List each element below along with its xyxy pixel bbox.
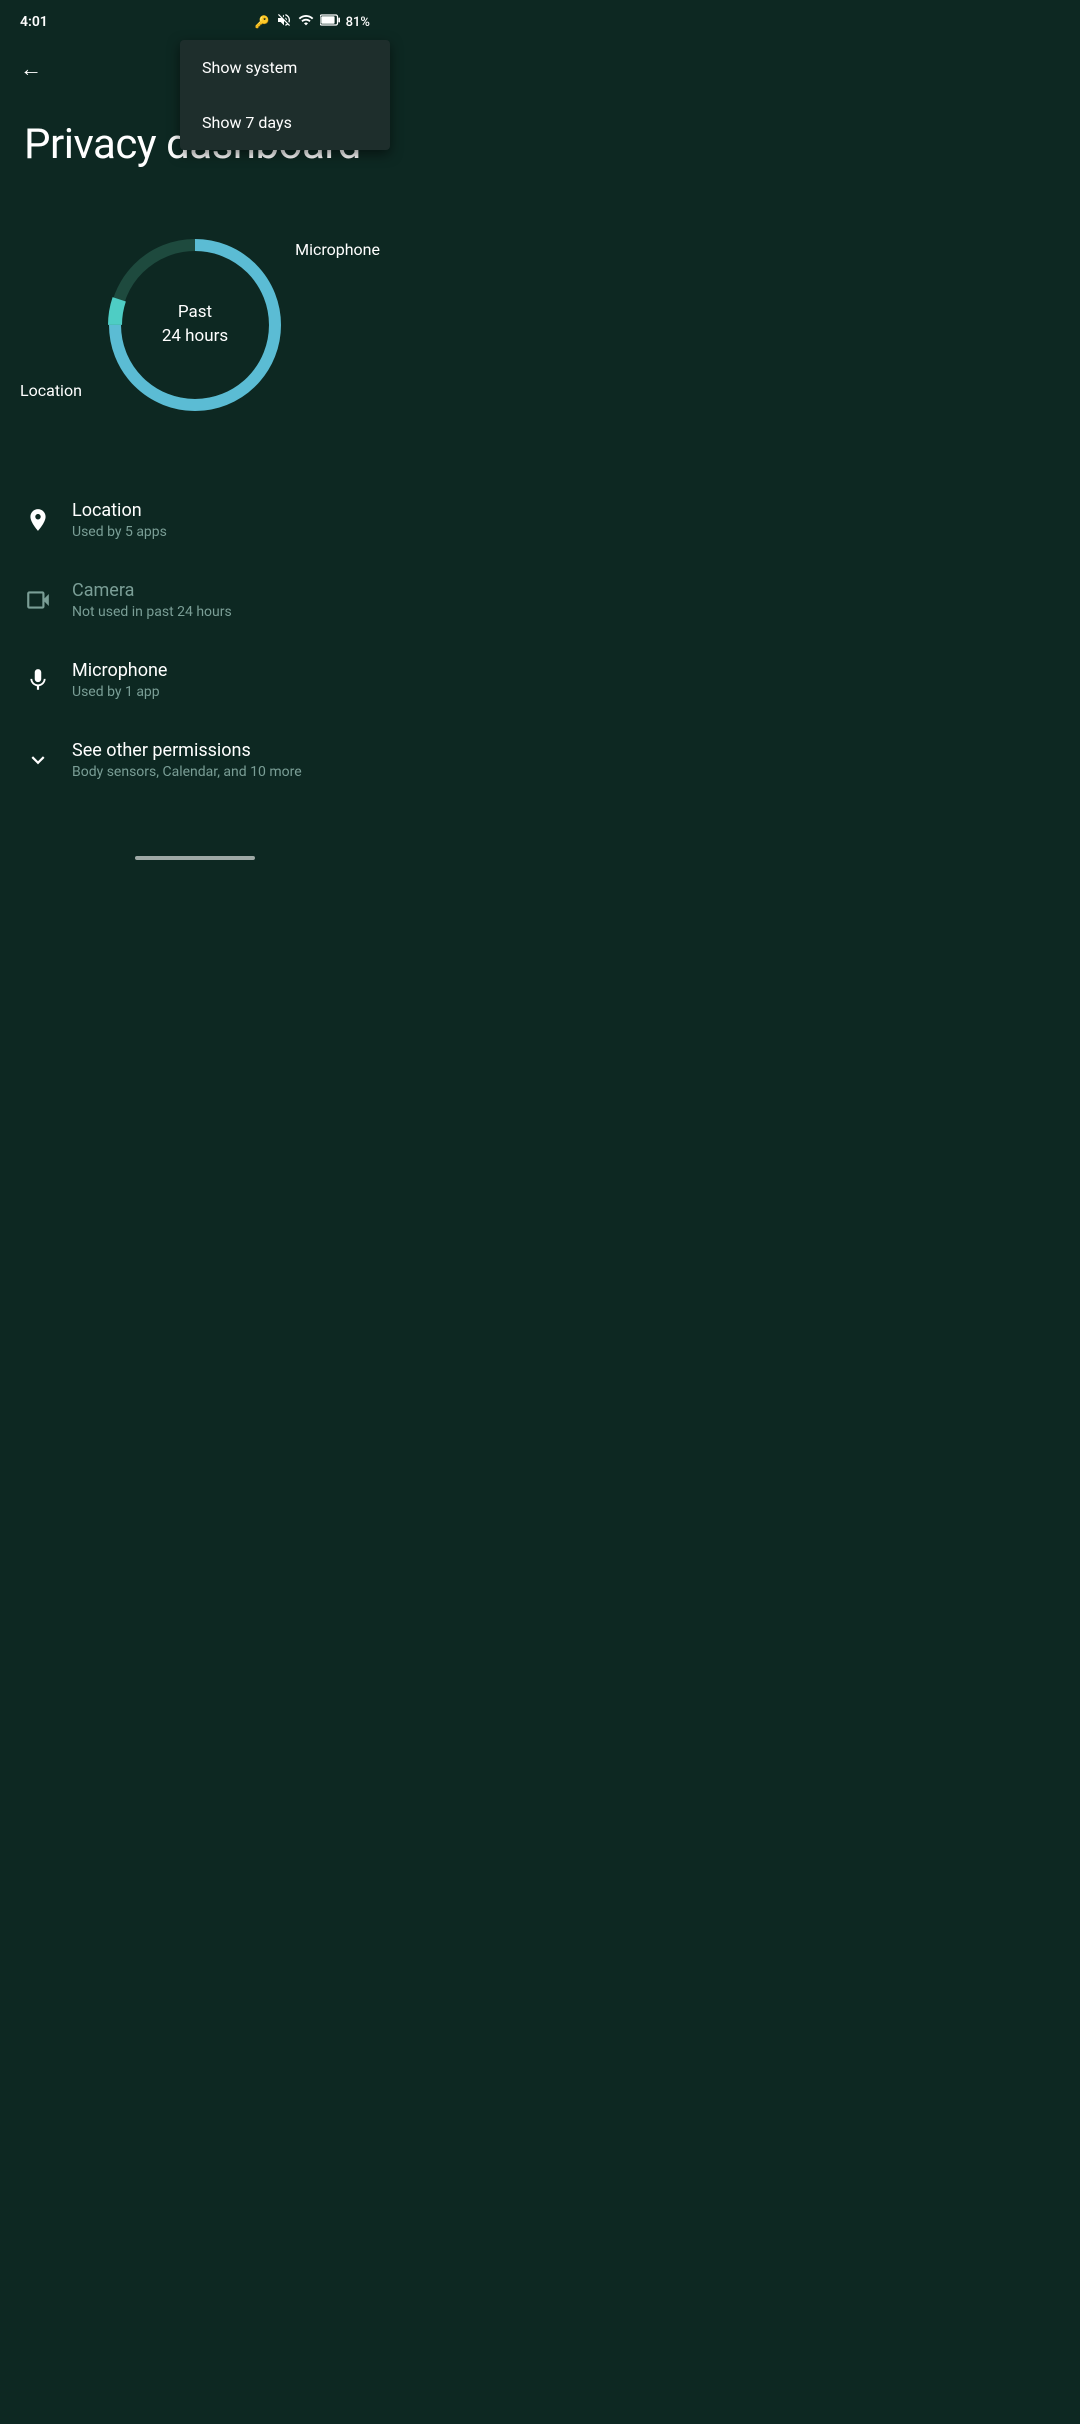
battery-icon: [320, 13, 340, 31]
permission-location[interactable]: Location Used by 5 apps: [0, 480, 390, 560]
chart-center-line2: 24 hours: [162, 326, 228, 346]
camera-text: Camera Not used in past 24 hours: [72, 580, 232, 620]
dropdown-menu: Show system Show 7 days: [180, 40, 390, 150]
chart-center-text: Past 24 hours: [162, 301, 228, 349]
microphone-icon: [24, 666, 52, 694]
header-row: ← Show system Show 7 days: [0, 40, 390, 98]
home-indicator: [135, 856, 255, 860]
mute-icon: [276, 12, 292, 32]
wifi-icon: [298, 12, 314, 32]
microphone-desc: Used by 1 app: [72, 684, 167, 700]
camera-desc: Not used in past 24 hours: [72, 604, 232, 620]
permission-microphone[interactable]: Microphone Used by 1 app: [0, 640, 390, 720]
location-desc: Used by 5 apps: [72, 524, 167, 540]
battery-percent: 81%: [346, 15, 370, 30]
chart-label-microphone: Microphone: [295, 240, 380, 259]
chart-center-line1: Past: [178, 302, 212, 322]
location-text: Location Used by 5 apps: [72, 500, 167, 540]
key-icon: 🔑: [255, 15, 270, 29]
camera-icon: [24, 586, 52, 614]
other-permissions-desc: Body sensors, Calendar, and 10 more: [72, 764, 302, 780]
status-time: 4:01: [20, 14, 48, 30]
show-7-days-option[interactable]: Show 7 days: [180, 95, 390, 150]
donut-chart: Past 24 hours: [95, 225, 295, 425]
other-permissions-name: See other permissions: [72, 740, 302, 761]
microphone-text: Microphone Used by 1 app: [72, 660, 167, 700]
permission-other[interactable]: See other permissions Body sensors, Cale…: [0, 720, 390, 800]
location-icon: [24, 506, 52, 534]
microphone-name: Microphone: [72, 660, 167, 681]
bottom-bar: [0, 840, 390, 876]
status-bar: 4:01 🔑 81%: [0, 0, 390, 40]
location-name: Location: [72, 500, 167, 521]
back-button[interactable]: ←: [20, 52, 50, 86]
camera-name: Camera: [72, 580, 232, 601]
other-permissions-text: See other permissions Body sensors, Cale…: [72, 740, 302, 780]
permission-list: Location Used by 5 apps Camera Not used …: [0, 460, 390, 820]
chart-section: Location Past 24 hours Microphone: [0, 180, 390, 460]
permission-camera[interactable]: Camera Not used in past 24 hours: [0, 560, 390, 640]
status-icons: 🔑 81%: [255, 12, 370, 32]
chart-label-location: Location: [20, 381, 82, 400]
chevron-down-icon: [24, 746, 52, 774]
show-system-option[interactable]: Show system: [180, 40, 390, 95]
